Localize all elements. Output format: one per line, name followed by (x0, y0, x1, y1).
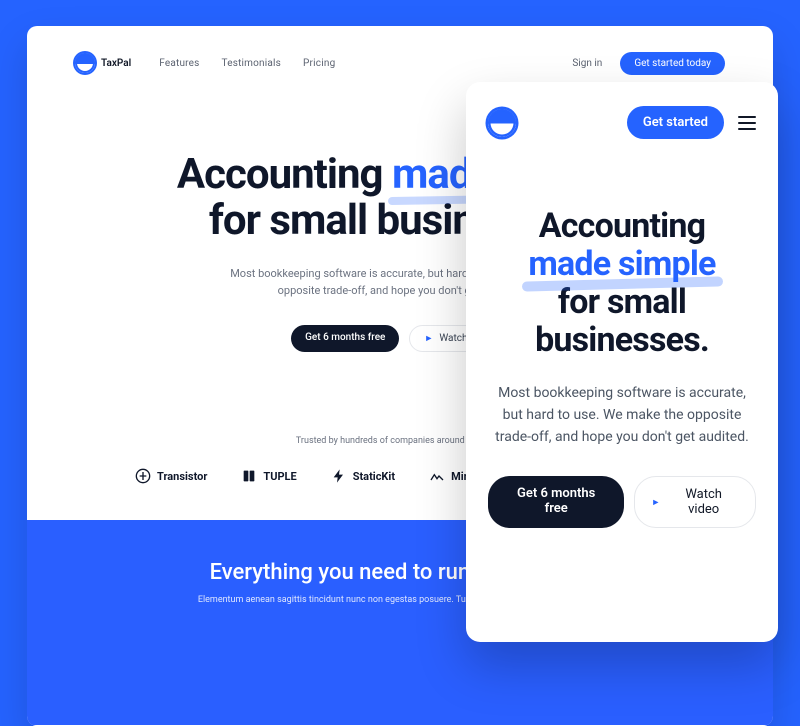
header-right: Sign in Get started today (572, 52, 725, 75)
mobile-get-started-button[interactable]: Get started (627, 106, 724, 139)
mobile-header: Get started (488, 106, 756, 139)
nav-pricing[interactable]: Pricing (303, 58, 335, 69)
primary-nav: Features Testimonials Pricing (159, 58, 335, 69)
signin-link[interactable]: Sign in (572, 58, 602, 69)
play-icon: ► (424, 333, 433, 344)
get-started-button[interactable]: Get started today (620, 52, 725, 75)
mobile-brand-logo-icon[interactable] (488, 109, 516, 137)
menu-icon[interactable] (738, 116, 756, 130)
brand-logo-icon (75, 53, 95, 73)
brand-name: TaxPal (101, 58, 131, 69)
nav-features[interactable]: Features (159, 58, 199, 69)
tuple-icon (241, 468, 257, 484)
logo-statickit-label: StaticKit (353, 470, 395, 483)
mobile-hero-line1: Accounting (539, 206, 706, 246)
mobile-hero-line4: businesses. (535, 320, 709, 360)
logo-transistor-label: Transistor (157, 470, 207, 483)
desktop-header: TaxPal Features Testimonials Pricing Sig… (27, 26, 773, 82)
nav-testimonials[interactable]: Testimonials (222, 58, 282, 69)
mobile-hero-subtitle: Most bookkeeping software is accurate, b… (488, 383, 756, 448)
mirage-icon (429, 468, 445, 484)
mobile-primary-button[interactable]: Get 6 months free (488, 476, 624, 528)
mobile-cta-row: Get 6 months free ► Watch video (488, 476, 756, 528)
mobile-hero: Accounting made simple for small busines… (488, 207, 756, 528)
header-left: TaxPal Features Testimonials Pricing (75, 53, 335, 73)
mobile-hero-title: Accounting made simple for small busines… (488, 207, 756, 359)
logo-tuple: TUPLE (241, 468, 296, 484)
mobile-secondary-button[interactable]: ► Watch video (634, 476, 756, 528)
logo-statickit: StaticKit (331, 468, 395, 484)
mobile-header-right: Get started (627, 106, 756, 139)
logo-transistor: Transistor (135, 468, 207, 484)
statickit-icon (331, 468, 347, 484)
mobile-viewport: Get started Accounting made simple for s… (466, 82, 778, 642)
hero-primary-button[interactable]: Get 6 months free (291, 325, 399, 352)
mobile-secondary-label: Watch video (668, 487, 739, 517)
logo-tuple-label: TUPLE (263, 470, 296, 483)
mobile-play-icon: ► (651, 497, 660, 508)
hero-title-line1a: Accounting (177, 150, 392, 199)
mobile-hero-highlight: made simple (528, 244, 715, 284)
brand-logo[interactable]: TaxPal (75, 53, 131, 73)
transistor-icon (135, 468, 151, 484)
